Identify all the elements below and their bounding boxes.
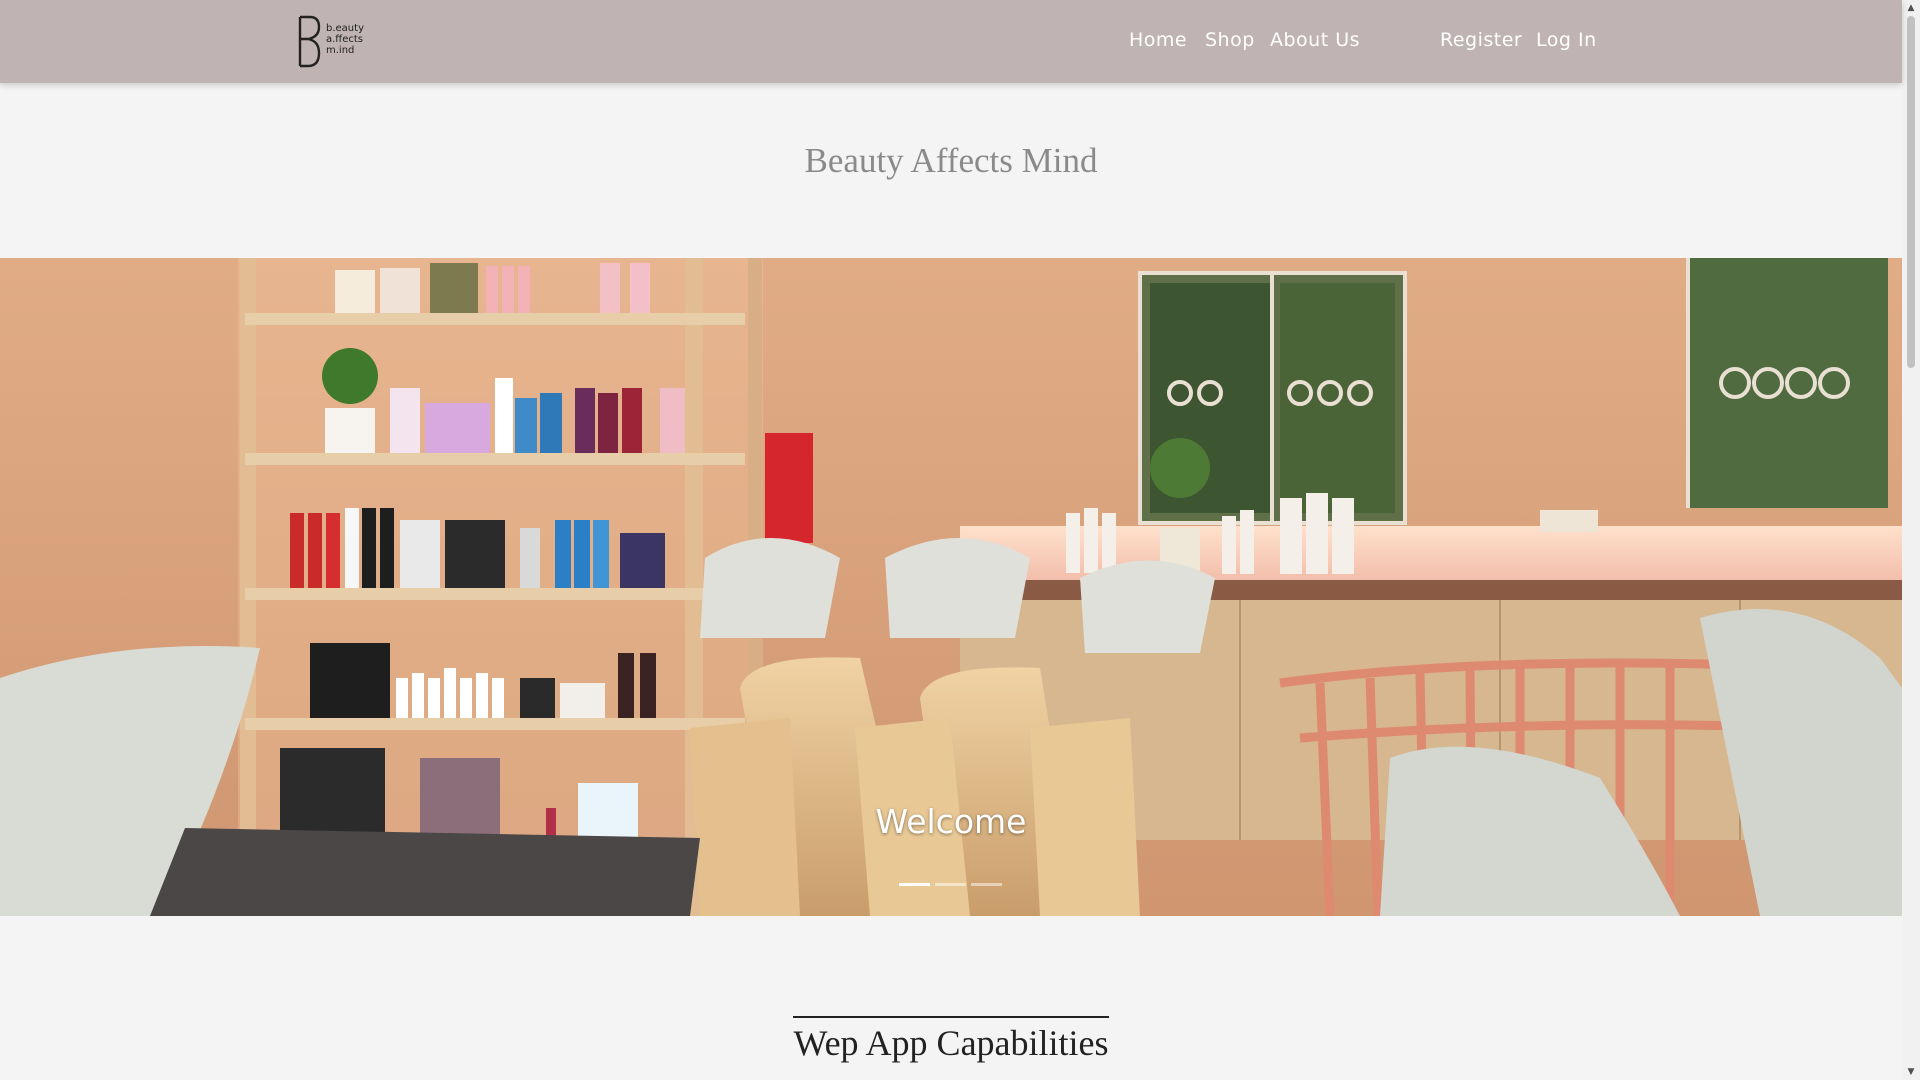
- capabilities-title: Wep App Capabilities: [793, 1016, 1109, 1064]
- scrollbar-thumb[interactable]: [1907, 16, 1915, 368]
- logo-line: m.ind: [326, 45, 355, 56]
- carousel-caption: Welcome: [875, 802, 1027, 841]
- nav-link-home[interactable]: Home: [1129, 29, 1187, 51]
- carousel-indicator-3[interactable]: [971, 883, 1002, 886]
- nav-link-register[interactable]: Register: [1440, 29, 1522, 51]
- arrow-down-icon[interactable]: ▼: [1902, 1064, 1920, 1080]
- logo-wordmark: b.eauty a.ffects m.ind: [326, 23, 364, 56]
- logo-line: b.eauty: [326, 23, 364, 34]
- nav-link-shop[interactable]: Shop: [1205, 29, 1255, 51]
- nav-link-about-us[interactable]: About Us: [1270, 29, 1360, 51]
- navbar: b.eauty a.ffects m.ind Home Shop About U…: [0, 0, 1902, 83]
- arrow-up-icon[interactable]: ▲: [1902, 0, 1920, 16]
- nav-link-log-in[interactable]: Log In: [1536, 29, 1597, 51]
- hero-carousel[interactable]: Welcome: [0, 258, 1902, 916]
- carousel-indicator-2[interactable]: [935, 883, 966, 886]
- page-scrollbar[interactable]: ▲ ▼: [1902, 0, 1920, 1080]
- capabilities-section-header: Wep App Capabilities: [0, 1016, 1902, 1064]
- logo-line: a.ffects: [326, 34, 363, 45]
- logo-icon: [298, 15, 321, 68]
- page-title: Beauty Affects Mind: [804, 141, 1098, 180]
- logo-link[interactable]: b.eauty a.ffects m.ind: [297, 15, 377, 69]
- carousel-indicator-1[interactable]: [899, 883, 930, 886]
